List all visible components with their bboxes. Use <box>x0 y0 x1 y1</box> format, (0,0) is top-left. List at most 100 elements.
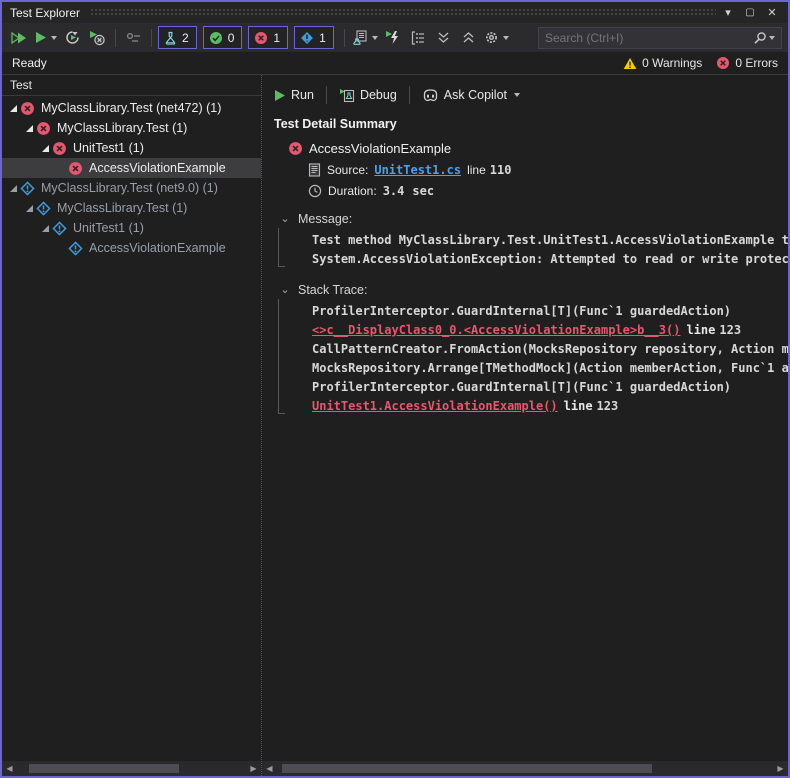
settings-caret[interactable] <box>503 36 509 40</box>
stack-trace-line: UnitTest1.AccessViolationExample()line12… <box>298 397 788 416</box>
test-tree-item[interactable]: MyClassLibrary.Test (net9.0) (1) <box>2 178 261 198</box>
stack-trace-collapse-icon[interactable]: ⌄ <box>280 285 289 295</box>
stack-frame-link[interactable]: UnitTest1.AccessViolationExample() <box>312 399 558 413</box>
repeat-last-run-button[interactable] <box>61 26 84 49</box>
scroll-left-icon[interactable]: ◀ <box>2 761 17 776</box>
copilot-caret[interactable] <box>514 93 520 97</box>
error-icon <box>716 56 730 70</box>
warnings-status[interactable]: 0 Warnings <box>623 56 702 70</box>
clock-icon <box>308 184 322 198</box>
playlist-options-button[interactable] <box>122 26 145 49</box>
debug-icon <box>339 88 355 103</box>
test-tree-item[interactable]: UnitTest1 (1) <box>2 218 261 238</box>
test-tree-item[interactable]: MyClassLibrary.Test (1) <box>2 198 261 218</box>
run-after-build-icon <box>385 30 401 45</box>
run-button[interactable] <box>33 26 59 49</box>
stack-frame-link[interactable]: <>c__DisplayClass0_0.<AccessViolationExa… <box>312 323 680 337</box>
group-by-caret[interactable] <box>372 36 378 40</box>
test-not-run-icon <box>20 181 35 196</box>
message-collapse-icon[interactable]: ⌄ <box>280 214 289 224</box>
detail-debug-button[interactable]: Debug <box>331 88 405 103</box>
detail-run-button[interactable]: Run <box>272 88 322 102</box>
status-ready: Ready <box>12 56 47 70</box>
run-after-build-button[interactable] <box>382 26 405 49</box>
filter-total-tests-toggle[interactable]: 2 <box>158 26 197 49</box>
settings-button[interactable] <box>482 26 511 49</box>
expand-all-button[interactable] <box>457 26 480 49</box>
test-tree-item[interactable]: MyClassLibrary.Test (net472) (1) <box>2 98 261 118</box>
source-file-icon <box>308 163 321 177</box>
tree-expander-icon[interactable] <box>22 204 36 213</box>
stack-trace-text: ProfilerInterceptor.GuardInternal[T](Fun… <box>298 302 788 416</box>
close-icon[interactable]: ✕ <box>762 4 782 21</box>
scrollbar-thumb[interactable] <box>282 764 652 773</box>
expand-all-icon <box>462 31 475 44</box>
search-caret[interactable] <box>769 36 775 40</box>
source-line-number: 110 <box>490 163 512 177</box>
window-position-icon[interactable]: ▾ <box>718 4 738 21</box>
run-label: Run <box>291 88 314 102</box>
message-line: System.AccessViolationException: Attempt… <box>298 250 788 269</box>
message-line: Test method MyClassLibrary.Test.UnitTest… <box>298 231 788 250</box>
passed-tests-count: 0 <box>228 31 235 45</box>
detail-test-row: AccessViolationExample <box>272 141 788 156</box>
duration-value: 3.4 <box>383 184 405 198</box>
gear-icon <box>484 30 499 45</box>
test-not-run-icon <box>36 201 51 216</box>
cancel-test-run-button[interactable] <box>86 26 109 49</box>
filter-passed-tests-toggle[interactable]: 0 <box>203 26 243 49</box>
toolbar-separator <box>151 29 152 47</box>
scroll-left-icon[interactable]: ◀ <box>262 761 277 776</box>
stack-trace-line: CallPatternCreator.FromAction(MocksRepos… <box>298 340 788 359</box>
hierarchy-outline-icon <box>411 31 426 45</box>
source-file-link[interactable]: UnitTest1.cs <box>374 163 461 177</box>
tree-horizontal-scrollbar[interactable]: ◀ ▶ <box>2 761 261 776</box>
search-icon[interactable] <box>753 31 767 45</box>
test-tree-item-label: UnitTest1 (1) <box>73 141 144 155</box>
detail-horizontal-scrollbar[interactable]: ◀ ▶ <box>262 761 788 776</box>
tree-expander-icon[interactable] <box>6 184 20 193</box>
maximize-icon[interactable]: ▢ <box>740 4 760 21</box>
scrollbar-thumb[interactable] <box>29 764 179 773</box>
search-input[interactable] <box>545 31 753 45</box>
ask-copilot-button[interactable]: Ask Copilot <box>414 88 528 102</box>
message-label: Message: <box>298 212 788 226</box>
run-all-tests-button[interactable] <box>8 26 31 49</box>
tree-expander-icon[interactable] <box>38 144 52 153</box>
run-dropdown-caret[interactable] <box>51 36 57 40</box>
status-row: Ready 0 Warnings 0 Errors <box>2 52 788 75</box>
scroll-right-icon[interactable]: ▶ <box>246 761 261 776</box>
test-not-run-icon <box>68 241 83 256</box>
stack-trace-section-line <box>278 299 285 414</box>
errors-status[interactable]: 0 Errors <box>716 56 778 70</box>
ask-copilot-label: Ask Copilot <box>444 88 507 102</box>
debug-label: Debug <box>360 88 397 102</box>
test-tree-item[interactable]: MyClassLibrary.Test (1) <box>2 118 261 138</box>
test-not-run-icon <box>52 221 67 236</box>
collapse-all-icon <box>437 31 450 44</box>
scroll-right-icon[interactable]: ▶ <box>773 761 788 776</box>
test-detail-panel: Run Debug <box>262 75 788 776</box>
run-all-icon <box>11 31 28 45</box>
stack-trace-line: <>c__DisplayClass0_0.<AccessViolationExa… <box>298 321 788 340</box>
tree-expander-icon[interactable] <box>22 124 36 133</box>
stack-trace-line: ProfilerInterceptor.GuardInternal[T](Fun… <box>298 378 788 397</box>
group-by-button[interactable] <box>351 26 380 49</box>
test-tree-panel: Test MyClassLibrary.Test (net472) (1)MyC… <box>2 75 262 776</box>
tree-column-header[interactable]: Test <box>2 75 261 96</box>
run-icon <box>274 89 286 102</box>
test-tree-item[interactable]: AccessViolationExample <box>2 158 261 178</box>
drag-handle[interactable] <box>90 8 716 17</box>
test-tree-item[interactable]: AccessViolationExample <box>2 238 261 258</box>
tree-expander-icon[interactable] <box>6 104 20 113</box>
show-hierarchy-button[interactable] <box>407 26 430 49</box>
filter-notrun-tests-toggle[interactable]: 1 <box>294 26 334 49</box>
test-tree-item[interactable]: UnitTest1 (1) <box>2 138 261 158</box>
collapse-all-button[interactable] <box>432 26 455 49</box>
detail-toolbar: Run Debug <box>272 83 788 107</box>
detail-heading: Test Detail Summary <box>274 117 788 131</box>
filter-failed-tests-toggle[interactable]: 1 <box>248 26 288 49</box>
stack-line-label: line <box>564 399 593 413</box>
search-box[interactable] <box>538 27 782 49</box>
tree-expander-icon[interactable] <box>38 224 52 233</box>
